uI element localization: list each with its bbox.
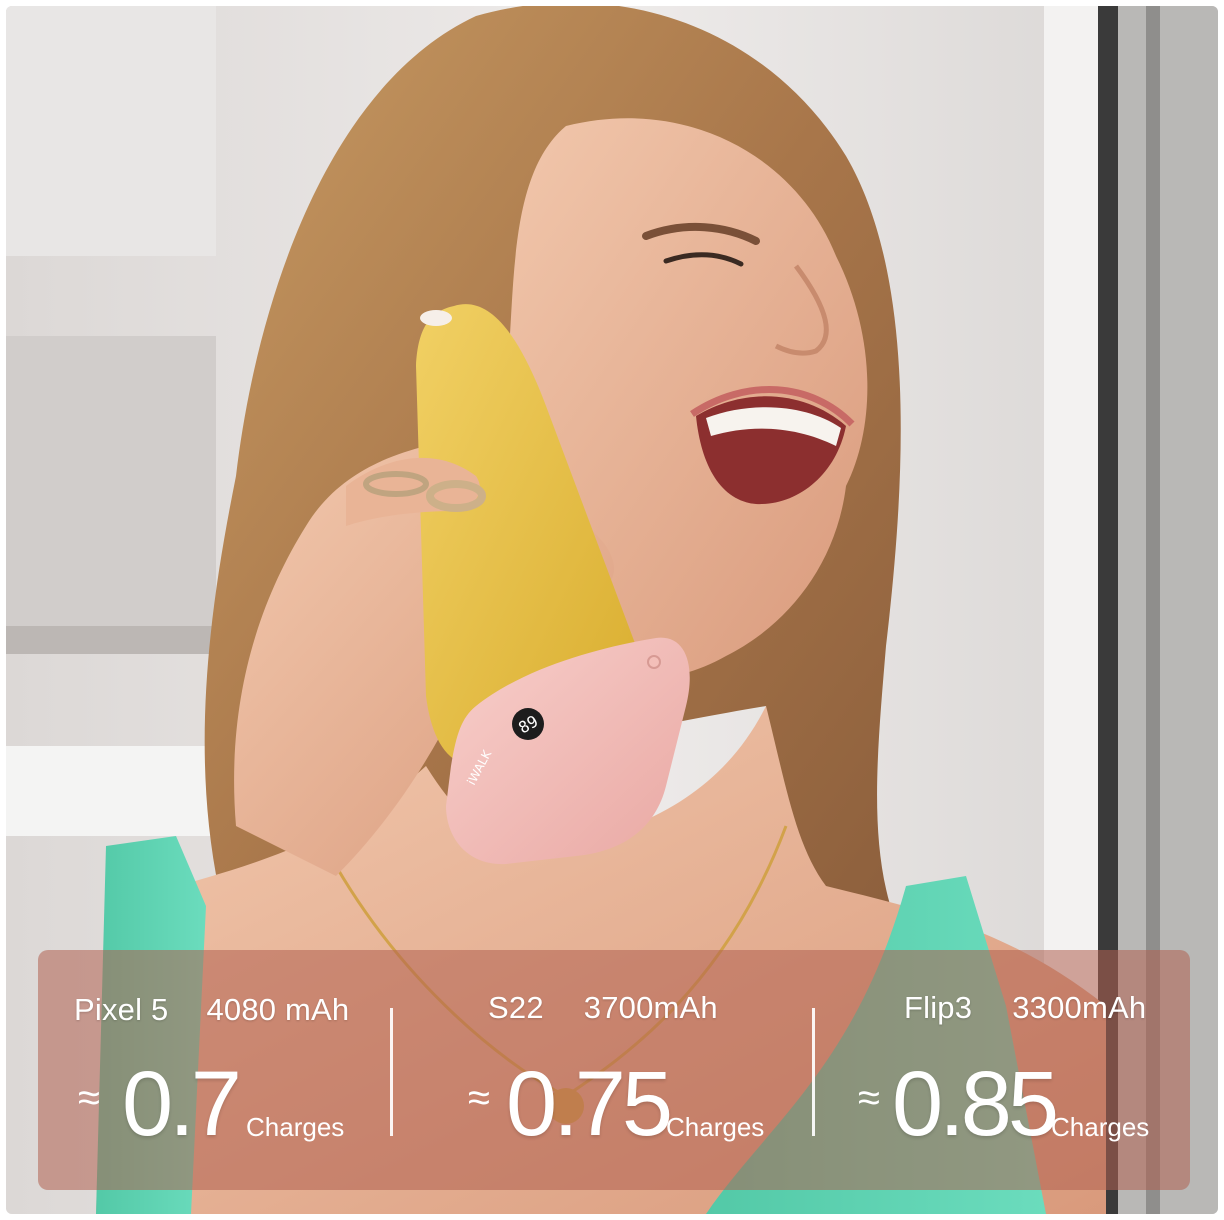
ceiling-corner xyxy=(6,6,216,256)
charges-label: Charges xyxy=(666,1112,765,1142)
stat-header: Pixel 5 4080 mAh xyxy=(74,992,349,1028)
charges-value: 0.7 xyxy=(122,1053,242,1155)
device-name: S22 xyxy=(488,990,544,1025)
stat-header: S22 3700mAh xyxy=(488,990,718,1026)
device-capacity: 3300mAh xyxy=(1012,990,1147,1025)
charges-value: 0.85 xyxy=(892,1053,1059,1155)
stat-s22: S22 3700mAh ≈ 0.75 Charges xyxy=(392,950,812,1190)
charges-label: Charges xyxy=(1051,1112,1150,1142)
device-capacity: 4080 mAh xyxy=(206,992,350,1027)
approx-symbol: ≈ xyxy=(78,1076,100,1120)
power-button-icon xyxy=(647,655,661,669)
fingernail xyxy=(420,310,452,326)
window-light xyxy=(6,746,226,836)
stat-pixel5: Pixel 5 4080 mAh ≈ 0.7 Charges xyxy=(38,950,390,1190)
hero-image-frame: 89 iWALK Pixel 5 4080 mAh ≈ 0.7 Charges S… xyxy=(6,6,1218,1214)
shelf-edge xyxy=(6,626,226,654)
stat-flip3: Flip3 3300mAh ≈ 0.85 Charges xyxy=(814,950,1190,1190)
approx-symbol: ≈ xyxy=(468,1076,490,1120)
device-name: Pixel 5 xyxy=(74,992,169,1027)
wall-panel xyxy=(6,336,216,626)
battery-capacity-overlay: Pixel 5 4080 mAh ≈ 0.7 Charges S22 3700mAh… xyxy=(38,950,1190,1190)
charges-label: Charges xyxy=(246,1112,345,1142)
device-capacity: 3700mAh xyxy=(583,990,718,1025)
stat-header: Flip3 3300mAh xyxy=(904,990,1146,1026)
charges-value: 0.75 xyxy=(506,1053,673,1155)
approx-symbol: ≈ xyxy=(858,1076,880,1120)
device-name: Flip3 xyxy=(904,990,973,1025)
